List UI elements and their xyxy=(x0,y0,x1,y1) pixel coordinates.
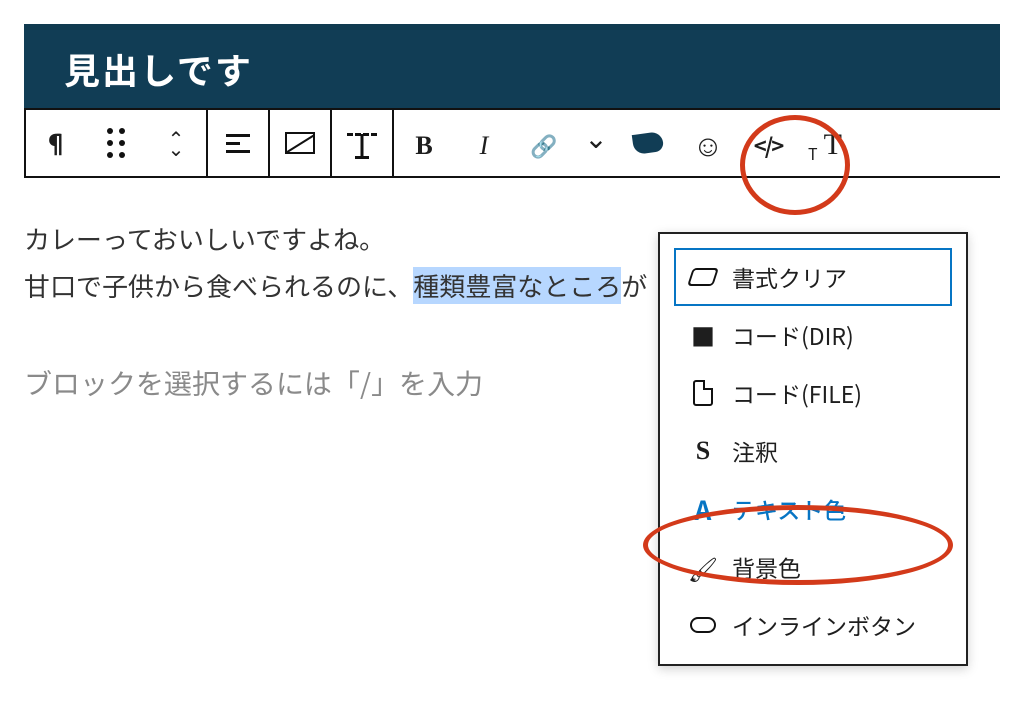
text: が xyxy=(621,267,647,304)
link-icon xyxy=(530,125,557,162)
dropdown-item-code-file[interactable]: コード(FILE) xyxy=(674,364,952,422)
text-transform-button[interactable]: T xyxy=(798,110,858,176)
dropdown-item-annotation[interactable]: 注釈 xyxy=(674,422,952,480)
more-inline-button[interactable] xyxy=(574,110,618,176)
text: 甘口で子供から食べられるのに、 xyxy=(24,267,413,304)
inline-code-button[interactable] xyxy=(738,110,798,176)
eraser-icon xyxy=(688,268,718,286)
pilcrow-icon xyxy=(43,125,69,162)
code-icon xyxy=(754,125,782,162)
text: カレーっておいしいですよね。 xyxy=(24,220,385,257)
dropdown-item-label: インラインボタン xyxy=(732,608,938,642)
selected-text: 種類豊富なところ xyxy=(413,267,621,304)
dropdown-item-label: 書式クリア xyxy=(732,260,938,294)
block-toolbar: ⌃⌄ T xyxy=(24,108,1000,178)
dropdown-item-background-color[interactable]: 背景色 xyxy=(674,538,952,596)
italic-icon xyxy=(480,125,489,162)
dropdown-item-text-color[interactable]: テキスト色 xyxy=(674,480,952,538)
annotation-s-icon xyxy=(688,436,718,466)
header-banner: 見出しです xyxy=(24,30,1000,108)
highlight-color-button[interactable] xyxy=(618,110,678,176)
align-button[interactable] xyxy=(208,110,268,176)
dropdown-item-code-dir[interactable]: コード(DIR) xyxy=(674,306,952,364)
drag-icon xyxy=(107,128,125,158)
block-type-button[interactable] xyxy=(26,110,86,176)
dropdown-item-label: コード(DIR) xyxy=(732,318,938,352)
folder-icon xyxy=(688,318,718,353)
bold-icon xyxy=(415,125,432,162)
text-color-a-icon xyxy=(688,491,718,528)
dropdown-item-label: 注釈 xyxy=(732,434,938,468)
dropdown-item-label: 背景色 xyxy=(732,550,938,584)
no-image-button[interactable] xyxy=(270,110,330,176)
bold-button[interactable] xyxy=(394,110,454,176)
emoji-button[interactable] xyxy=(678,110,738,176)
dropdown-item-inline-button[interactable]: インラインボタン xyxy=(674,596,952,654)
drag-handle[interactable] xyxy=(86,110,146,176)
file-icon xyxy=(688,380,718,406)
dropdown-item-label: テキスト色 xyxy=(732,492,938,526)
link-button[interactable] xyxy=(514,110,574,176)
emoji-icon xyxy=(693,121,724,165)
page-title: 見出しです xyxy=(64,43,253,95)
dropdown-item-label: コード(FILE) xyxy=(732,376,938,410)
up-down-icon: ⌃⌄ xyxy=(168,133,185,153)
brush-icon xyxy=(688,550,718,585)
move-updown[interactable]: ⌃⌄ xyxy=(146,110,206,176)
align-left-icon xyxy=(226,134,250,153)
pill-icon xyxy=(688,617,718,633)
width-icon xyxy=(347,133,377,153)
image-disabled-icon xyxy=(285,132,315,154)
text-size-icon: T xyxy=(814,125,842,162)
format-dropdown: 書式クリア コード(DIR) コード(FILE) 注釈 テキスト色 背景色 イン… xyxy=(658,232,968,666)
content-width-button[interactable] xyxy=(332,110,392,176)
swoosh-icon xyxy=(632,131,664,155)
dropdown-item-clear-format[interactable]: 書式クリア xyxy=(674,248,952,306)
chevron-down-icon xyxy=(584,123,607,163)
italic-button[interactable] xyxy=(454,110,514,176)
